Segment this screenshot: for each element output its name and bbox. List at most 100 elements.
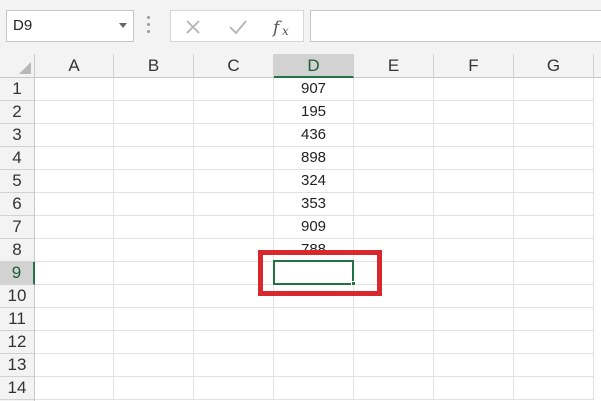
cell-e4[interactable] [354,147,434,170]
cell-g10[interactable] [514,285,594,308]
cell-f12[interactable] [434,331,514,354]
cell-a3[interactable] [35,124,114,147]
column-header-b[interactable]: B [114,54,194,77]
cell-d2[interactable]: 195 [274,101,354,124]
close-icon[interactable] [181,15,205,39]
cell-f13[interactable] [434,354,514,377]
row-header-3[interactable]: 3 [0,124,34,147]
cell-c3[interactable] [194,124,274,147]
column-header-f[interactable]: F [434,54,514,77]
cell-d1[interactable]: 907 [274,78,354,101]
row-header-1[interactable]: 1 [0,78,34,101]
row-header-12[interactable]: 12 [0,331,34,354]
cell-f10[interactable] [434,285,514,308]
cell-a9[interactable] [35,262,114,285]
cell-c1[interactable] [194,78,274,101]
cell-f2[interactable] [434,101,514,124]
cell-e2[interactable] [354,101,434,124]
cell-d11[interactable] [274,308,354,331]
cell-a4[interactable] [35,147,114,170]
cell-b8[interactable] [114,239,194,262]
cell-g5[interactable] [514,170,594,193]
cell-a14[interactable] [35,377,114,400]
row-header-7[interactable]: 7 [0,216,34,239]
cell-d7[interactable]: 909 [274,216,354,239]
cell-f7[interactable] [434,216,514,239]
select-all-button[interactable] [0,54,35,77]
cell-c12[interactable] [194,331,274,354]
cell-a7[interactable] [35,216,114,239]
cell-b9[interactable] [114,262,194,285]
cell-b13[interactable] [114,354,194,377]
cell-g13[interactable] [514,354,594,377]
column-header-e[interactable]: E [354,54,434,77]
row-header-13[interactable]: 13 [0,354,34,377]
cell-e7[interactable] [354,216,434,239]
cell-b6[interactable] [114,193,194,216]
cell-b7[interactable] [114,216,194,239]
cell-b5[interactable] [114,170,194,193]
row-header-10[interactable]: 10 [0,285,34,308]
cell-c6[interactable] [194,193,274,216]
cell-g3[interactable] [514,124,594,147]
formula-input[interactable] [310,10,601,42]
cell-e11[interactable] [354,308,434,331]
cell-g14[interactable] [514,377,594,400]
cell-f6[interactable] [434,193,514,216]
cell-e6[interactable] [354,193,434,216]
cell-f11[interactable] [434,308,514,331]
cell-b1[interactable] [114,78,194,101]
cell-d12[interactable] [274,331,354,354]
row-header-9[interactable]: 9 [0,262,35,285]
cell-a5[interactable] [35,170,114,193]
cell-g12[interactable] [514,331,594,354]
column-header-d[interactable]: D [274,54,354,78]
cell-f3[interactable] [434,124,514,147]
cell-g7[interactable] [514,216,594,239]
cell-d4[interactable]: 898 [274,147,354,170]
cell-b3[interactable] [114,124,194,147]
cell-d6[interactable]: 353 [274,193,354,216]
cell-a13[interactable] [35,354,114,377]
row-header-11[interactable]: 11 [0,308,34,331]
cell-g9[interactable] [514,262,594,285]
cell-b4[interactable] [114,147,194,170]
function-icon[interactable]: f x [270,15,294,39]
cell-c2[interactable] [194,101,274,124]
cell-b2[interactable] [114,101,194,124]
cell-g2[interactable] [514,101,594,124]
cell-e14[interactable] [354,377,434,400]
cell-f14[interactable] [434,377,514,400]
cell-c7[interactable] [194,216,274,239]
column-header-a[interactable]: A [35,54,114,77]
cell-d3[interactable]: 436 [274,124,354,147]
cell-d14[interactable] [274,377,354,400]
cell-e13[interactable] [354,354,434,377]
cell-a8[interactable] [35,239,114,262]
cell-d5[interactable]: 324 [274,170,354,193]
cell-e3[interactable] [354,124,434,147]
row-header-2[interactable]: 2 [0,101,34,124]
cell-c11[interactable] [194,308,274,331]
cell-b14[interactable] [114,377,194,400]
cell-b12[interactable] [114,331,194,354]
cell-e1[interactable] [354,78,434,101]
cell-g8[interactable] [514,239,594,262]
cell-f1[interactable] [434,78,514,101]
cell-g1[interactable] [514,78,594,101]
cell-c5[interactable] [194,170,274,193]
cell-c14[interactable] [194,377,274,400]
cell-e5[interactable] [354,170,434,193]
row-header-5[interactable]: 5 [0,170,34,193]
cell-f5[interactable] [434,170,514,193]
row-header-6[interactable]: 6 [0,193,34,216]
cell-a1[interactable] [35,78,114,101]
cell-f8[interactable] [434,239,514,262]
cell-c13[interactable] [194,354,274,377]
cell-g11[interactable] [514,308,594,331]
name-box[interactable]: D9 [6,10,134,42]
cell-c4[interactable] [194,147,274,170]
cell-f4[interactable] [434,147,514,170]
cell-a10[interactable] [35,285,114,308]
chevron-down-icon[interactable] [119,23,127,28]
